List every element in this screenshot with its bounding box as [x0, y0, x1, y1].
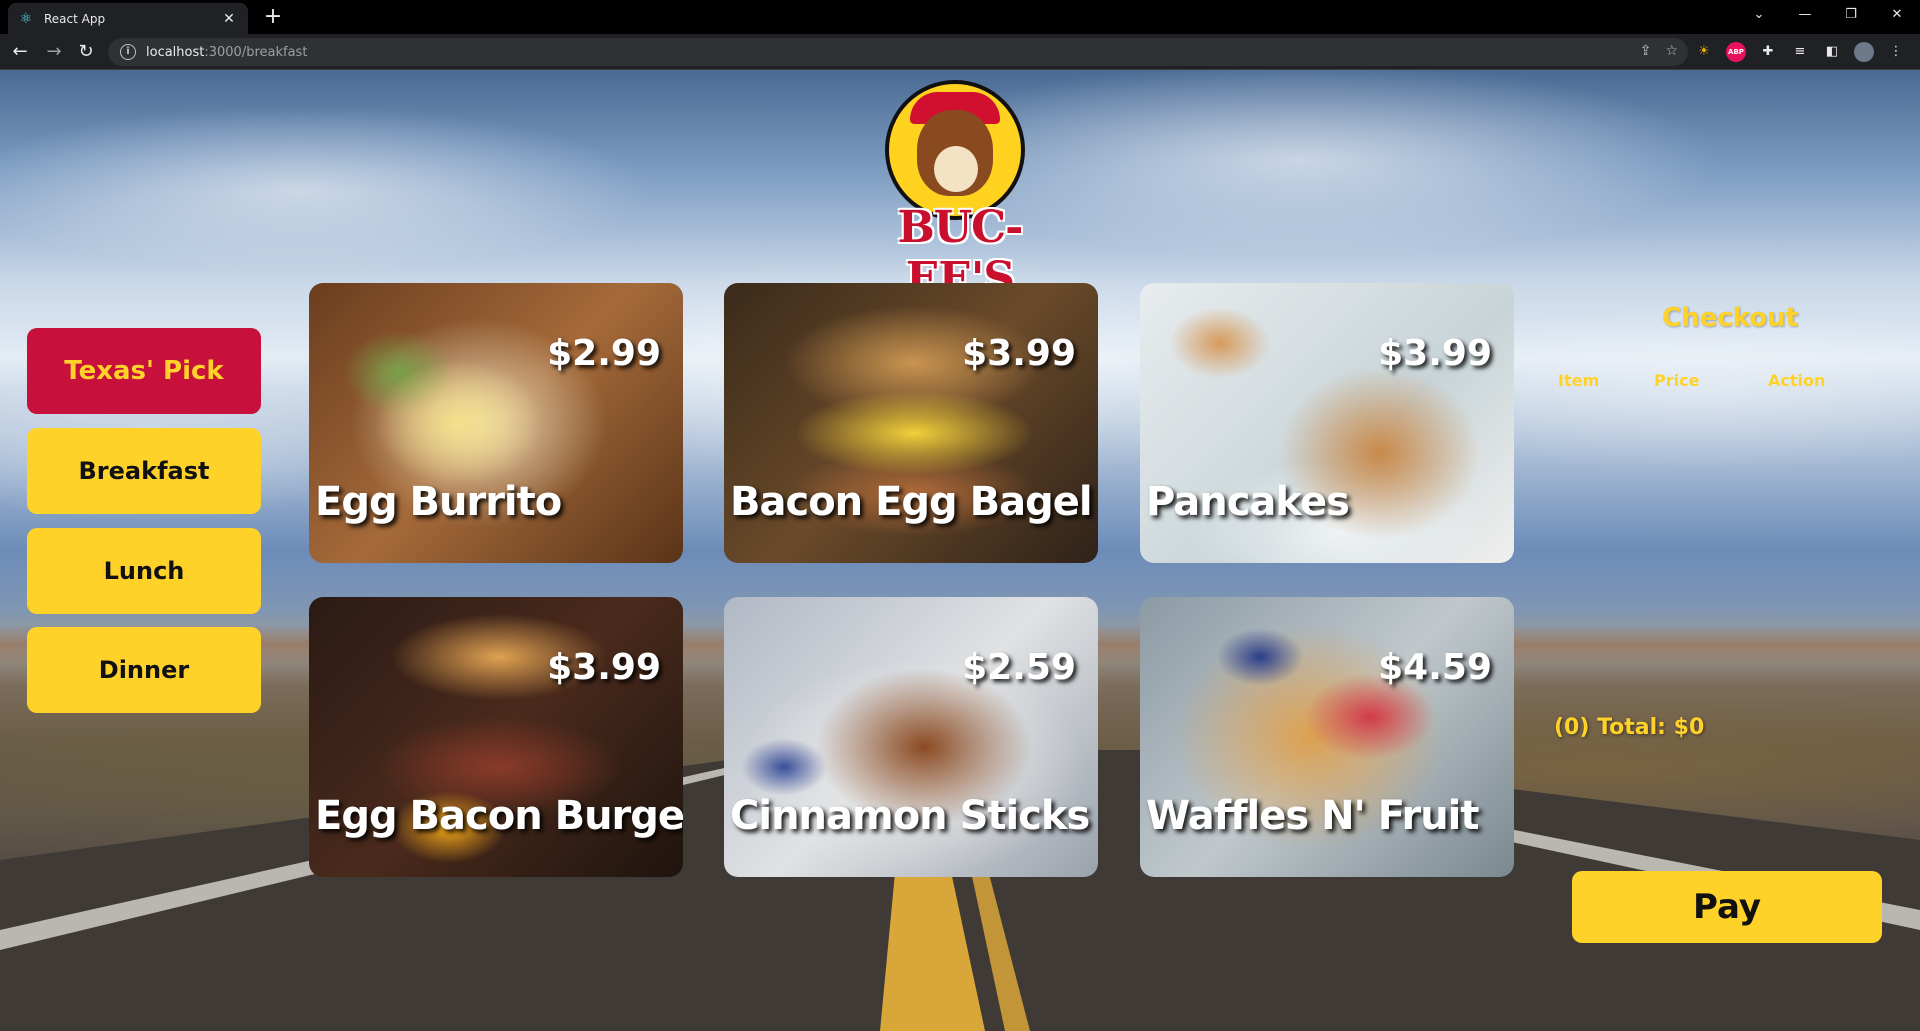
category-lunch-button[interactable]: Lunch — [27, 528, 261, 614]
menu-name: Cinnamon Sticks — [730, 793, 1090, 839]
menu-card-waffles-n-fruit[interactable]: $4.59 Waffles N' Fruit — [1140, 597, 1514, 877]
close-window-icon[interactable]: ✕ — [1874, 0, 1920, 30]
back-icon[interactable]: ← — [6, 38, 34, 66]
browser-tab[interactable]: ⚛ React App ✕ — [8, 3, 248, 34]
menu-price: $3.99 — [1378, 333, 1492, 374]
menu-name: Waffles N' Fruit — [1146, 793, 1480, 839]
checkout-column-item: Item — [1558, 371, 1600, 390]
new-tab-button[interactable]: + — [260, 5, 286, 31]
react-icon: ⚛ — [19, 10, 33, 27]
tab-title: React App — [44, 11, 106, 26]
forward-icon[interactable]: → — [40, 38, 68, 66]
category-texas-pick-button[interactable]: Texas' Pick — [27, 328, 261, 414]
extensions-area: ☀ ABP ✚ ≡ ◧ ⋮ — [1694, 42, 1906, 62]
menu-card-bacon-egg-bagel[interactable]: $3.99 Bacon Egg Bagel — [724, 283, 1098, 563]
menu-kebab-icon[interactable]: ⋮ — [1886, 42, 1906, 62]
window-controls: ⌄ — ❐ ✕ — [1736, 0, 1920, 30]
page-background: BUC-EE'S Texas' Pick Breakfast Lunch Din… — [0, 70, 1920, 1031]
menu-card-egg-bacon-burger[interactable]: $3.99 Egg Bacon Burger — [309, 597, 683, 877]
profile-avatar[interactable] — [1854, 42, 1874, 62]
checkout-title: Checkout — [1661, 303, 1799, 333]
url-host: localhost — [146, 44, 205, 60]
extensions-puzzle-icon[interactable]: ✚ — [1758, 42, 1778, 62]
browser-toolbar: ← → ↻ i localhost:3000/breakfast ⇪ ☆ ☀ A… — [0, 34, 1920, 70]
url-path: :3000/breakfast — [204, 44, 308, 60]
restore-icon[interactable]: ❐ — [1828, 0, 1874, 30]
bucees-logo: BUC-EE'S — [860, 70, 1060, 304]
site-info-icon[interactable]: i — [120, 44, 136, 60]
menu-price: $3.99 — [547, 647, 661, 688]
menu-price: $2.99 — [547, 333, 661, 374]
category-dinner-button[interactable]: Dinner — [27, 627, 261, 713]
minimize-icon[interactable]: — — [1782, 0, 1828, 30]
browser-tab-bar: ⚛ React App ✕ + ⌄ — ❐ ✕ — [0, 0, 1920, 34]
checkout-column-action: Action — [1768, 371, 1826, 390]
reading-list-icon[interactable]: ≡ — [1790, 42, 1810, 62]
adblock-icon[interactable]: ABP — [1726, 42, 1746, 62]
checkout-column-price: Price — [1654, 371, 1700, 390]
address-bar[interactable]: i localhost:3000/breakfast ⇪ ☆ — [108, 38, 1688, 66]
menu-card-egg-burrito[interactable]: $2.99 Egg Burrito — [309, 283, 683, 563]
tab-search-icon[interactable]: ⌄ — [1736, 0, 1782, 30]
category-breakfast-button[interactable]: Breakfast — [27, 428, 261, 514]
menu-card-cinnamon-sticks[interactable]: $2.59 Cinnamon Sticks — [724, 597, 1098, 877]
bookmark-star-icon[interactable]: ☆ — [1665, 43, 1678, 59]
side-panel-icon[interactable]: ◧ — [1822, 42, 1842, 62]
checkout-total: (0) Total: $0 — [1554, 715, 1705, 740]
close-tab-icon[interactable]: ✕ — [220, 11, 238, 27]
share-icon[interactable]: ⇪ — [1640, 43, 1652, 59]
menu-name: Egg Burrito — [315, 479, 562, 525]
sun-extension-icon[interactable]: ☀ — [1694, 42, 1714, 62]
menu-card-pancakes[interactable]: $3.99 Pancakes — [1140, 283, 1514, 563]
reload-icon[interactable]: ↻ — [72, 38, 100, 66]
menu-price: $2.59 — [962, 647, 1076, 688]
menu-price: $4.59 — [1378, 647, 1492, 688]
menu-name: Bacon Egg Bagel — [730, 479, 1093, 525]
logo-beaver-muzzle — [934, 146, 978, 192]
menu-name: Pancakes — [1146, 479, 1350, 525]
menu-name: Egg Bacon Burger — [315, 793, 683, 839]
menu-price: $3.99 — [962, 333, 1076, 374]
pay-button[interactable]: Pay — [1572, 871, 1882, 943]
